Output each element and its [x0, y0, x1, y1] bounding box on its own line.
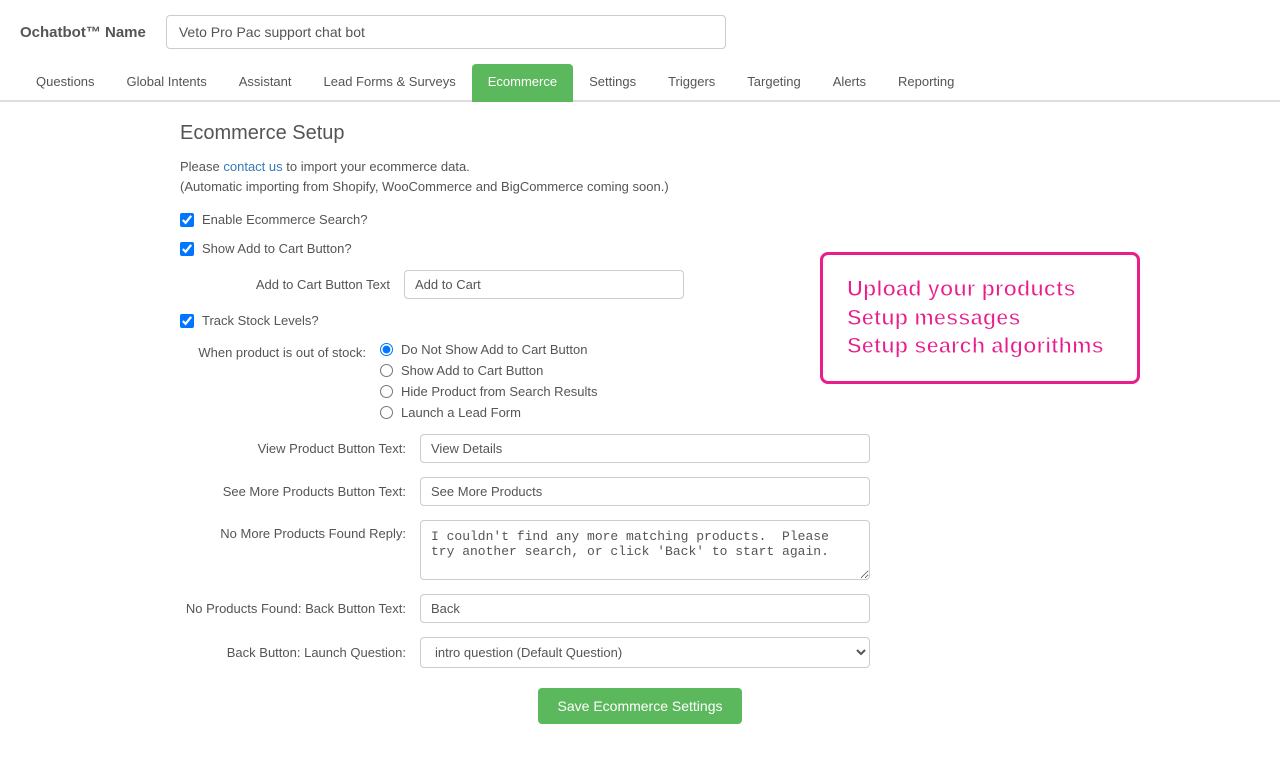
radio-leadform[interactable]: Launch a Lead Form	[380, 405, 598, 420]
show-add-cart-label[interactable]: Show Add to Cart Button?	[180, 241, 352, 256]
no-products-label: No Products Found: Back Button Text:	[180, 601, 420, 616]
no-products-row: No Products Found: Back Button Text:	[180, 594, 1100, 623]
no-more-label: No More Products Found Reply:	[180, 520, 420, 541]
radio-hide-text: Hide Product from Search Results	[401, 384, 598, 399]
bot-name-input[interactable]	[166, 15, 726, 49]
intro-text: Please contact us to import your ecommer…	[180, 157, 1100, 196]
enable-ecommerce-label[interactable]: Enable Ecommerce Search?	[180, 212, 367, 227]
radio-show-text: Show Add to Cart Button	[401, 363, 543, 378]
nav-settings[interactable]: Settings	[573, 64, 652, 102]
back-launch-label: Back Button: Launch Question:	[180, 645, 420, 660]
intro-line1: Please	[180, 159, 220, 174]
nav-questions[interactable]: Questions	[20, 64, 111, 102]
see-more-label: See More Products Button Text:	[180, 484, 420, 499]
radio-leadform-input[interactable]	[380, 406, 393, 419]
no-more-row: No More Products Found Reply: I couldn't…	[180, 520, 1100, 580]
nav-lead-forms[interactable]: Lead Forms & Surveys	[308, 64, 472, 102]
nav-ecommerce[interactable]: Ecommerce	[472, 64, 573, 102]
out-of-stock-options: Do Not Show Add to Cart Button Show Add …	[380, 342, 598, 420]
section-title: Ecommerce Setup	[180, 122, 1100, 145]
nav-targeting[interactable]: Targeting	[731, 64, 816, 102]
contact-us-link[interactable]: contact us	[223, 159, 282, 174]
intro-line2: to import your ecommerce data.	[286, 159, 470, 174]
back-launch-row: Back Button: Launch Question: intro ques…	[180, 637, 1100, 668]
nav-reporting[interactable]: Reporting	[882, 64, 970, 102]
intro-line3: (Automatic importing from Shopify, WooCo…	[180, 179, 669, 194]
see-more-input[interactable]	[420, 477, 870, 506]
show-add-cart-checkbox[interactable]	[180, 242, 194, 256]
promo-line2: Setup messages	[847, 304, 1113, 333]
track-stock-text: Track Stock Levels?	[202, 313, 319, 328]
promo-box: Upload your products Setup messages Setu…	[820, 252, 1140, 384]
enable-ecommerce-text: Enable Ecommerce Search?	[202, 212, 367, 227]
radio-hide-input[interactable]	[380, 385, 393, 398]
promo-line1: Upload your products	[847, 275, 1113, 304]
nav-alerts[interactable]: Alerts	[817, 64, 882, 102]
no-more-textarea[interactable]: I couldn't find any more matching produc…	[420, 520, 870, 580]
main-nav: Questions Global Intents Assistant Lead …	[0, 64, 1280, 102]
view-product-row: View Product Button Text:	[180, 434, 1100, 463]
track-stock-label[interactable]: Track Stock Levels?	[180, 313, 319, 328]
nav-triggers[interactable]: Triggers	[652, 64, 731, 102]
main-content: Ecommerce Setup Please contact us to imp…	[0, 102, 1280, 764]
see-more-row: See More Products Button Text:	[180, 477, 1100, 506]
show-add-cart-text: Show Add to Cart Button?	[202, 241, 352, 256]
promo-line3: Setup search algorithms	[847, 332, 1113, 361]
view-product-input[interactable]	[420, 434, 870, 463]
radio-donotshow[interactable]: Do Not Show Add to Cart Button	[380, 342, 598, 357]
nav-global-intents[interactable]: Global Intents	[111, 64, 223, 102]
header-title: Ochatbot™ Name	[20, 24, 146, 41]
radio-leadform-text: Launch a Lead Form	[401, 405, 521, 420]
radio-hide[interactable]: Hide Product from Search Results	[380, 384, 598, 399]
view-product-label: View Product Button Text:	[180, 441, 420, 456]
out-of-stock-label: When product is out of stock:	[180, 342, 380, 360]
radio-show[interactable]: Show Add to Cart Button	[380, 363, 598, 378]
enable-ecommerce-row: Enable Ecommerce Search?	[180, 212, 1100, 227]
save-button[interactable]: Save Ecommerce Settings	[538, 688, 743, 724]
no-products-input[interactable]	[420, 594, 870, 623]
radio-show-input[interactable]	[380, 364, 393, 377]
back-launch-select[interactable]: intro question (Default Question)	[420, 637, 870, 668]
add-cart-text-label: Add to Cart Button Text	[204, 277, 404, 292]
track-stock-checkbox[interactable]	[180, 314, 194, 328]
enable-ecommerce-checkbox[interactable]	[180, 213, 194, 227]
nav-assistant[interactable]: Assistant	[223, 64, 308, 102]
radio-donotshow-text: Do Not Show Add to Cart Button	[401, 342, 587, 357]
radio-donotshow-input[interactable]	[380, 343, 393, 356]
add-cart-text-input[interactable]	[404, 270, 684, 299]
